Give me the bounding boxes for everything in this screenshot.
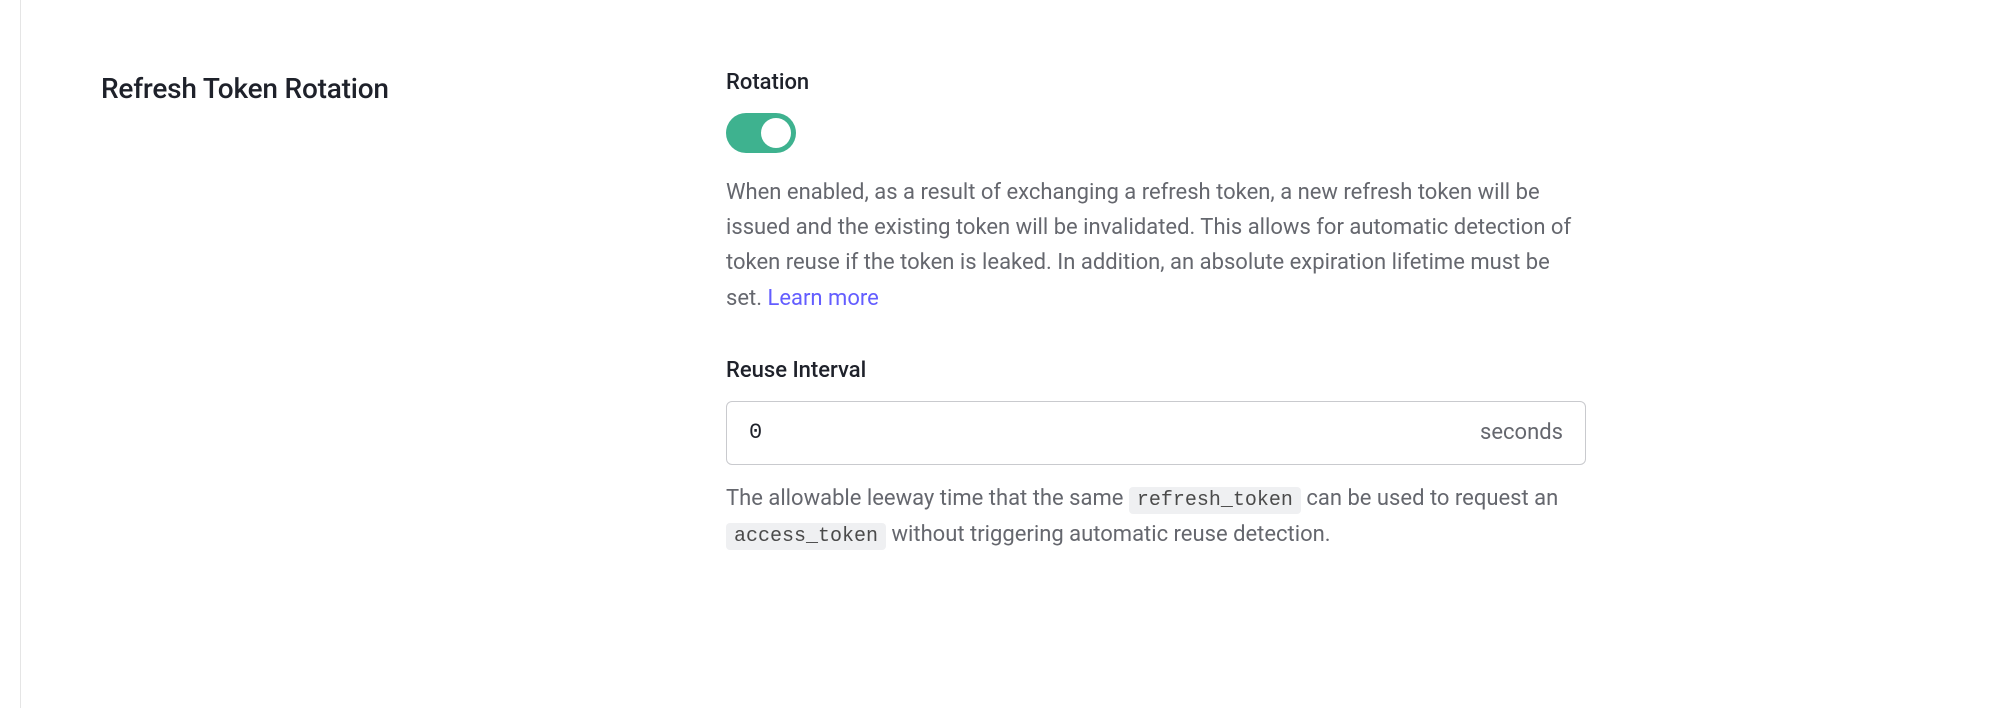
reuse-desc-part3: without triggering automatic reuse detec… <box>886 522 1331 547</box>
reuse-interval-description: The allowable leeway time that the same … <box>726 481 1586 553</box>
reuse-interval-input-wrap[interactable]: seconds <box>726 401 1586 465</box>
reuse-interval-input[interactable] <box>749 420 1480 445</box>
rotation-description: When enabled, as a result of exchanging … <box>726 175 1586 316</box>
code-refresh-token: refresh_token <box>1129 487 1301 514</box>
section-header-col: Refresh Token Rotation <box>101 70 686 668</box>
reuse-interval-label: Reuse Interval <box>726 358 1586 383</box>
rotation-toggle[interactable] <box>726 113 796 153</box>
reuse-interval-field-group: Reuse Interval seconds The allowable lee… <box>726 358 1586 553</box>
rotation-label: Rotation <box>726 70 1586 95</box>
toggle-slider <box>726 113 796 153</box>
settings-section: Refresh Token Rotation Rotation When ena… <box>20 0 1996 708</box>
rotation-field-group: Rotation When enabled, as a result of ex… <box>726 70 1586 316</box>
learn-more-link[interactable]: Learn more <box>767 286 878 311</box>
reuse-interval-unit: seconds <box>1480 420 1563 445</box>
code-access-token: access_token <box>726 523 886 550</box>
reuse-desc-part1: The allowable leeway time that the same <box>726 486 1129 511</box>
reuse-desc-part2: can be used to request an <box>1301 486 1558 511</box>
section-title: Refresh Token Rotation <box>101 72 686 105</box>
section-fields-col: Rotation When enabled, as a result of ex… <box>726 70 1586 668</box>
